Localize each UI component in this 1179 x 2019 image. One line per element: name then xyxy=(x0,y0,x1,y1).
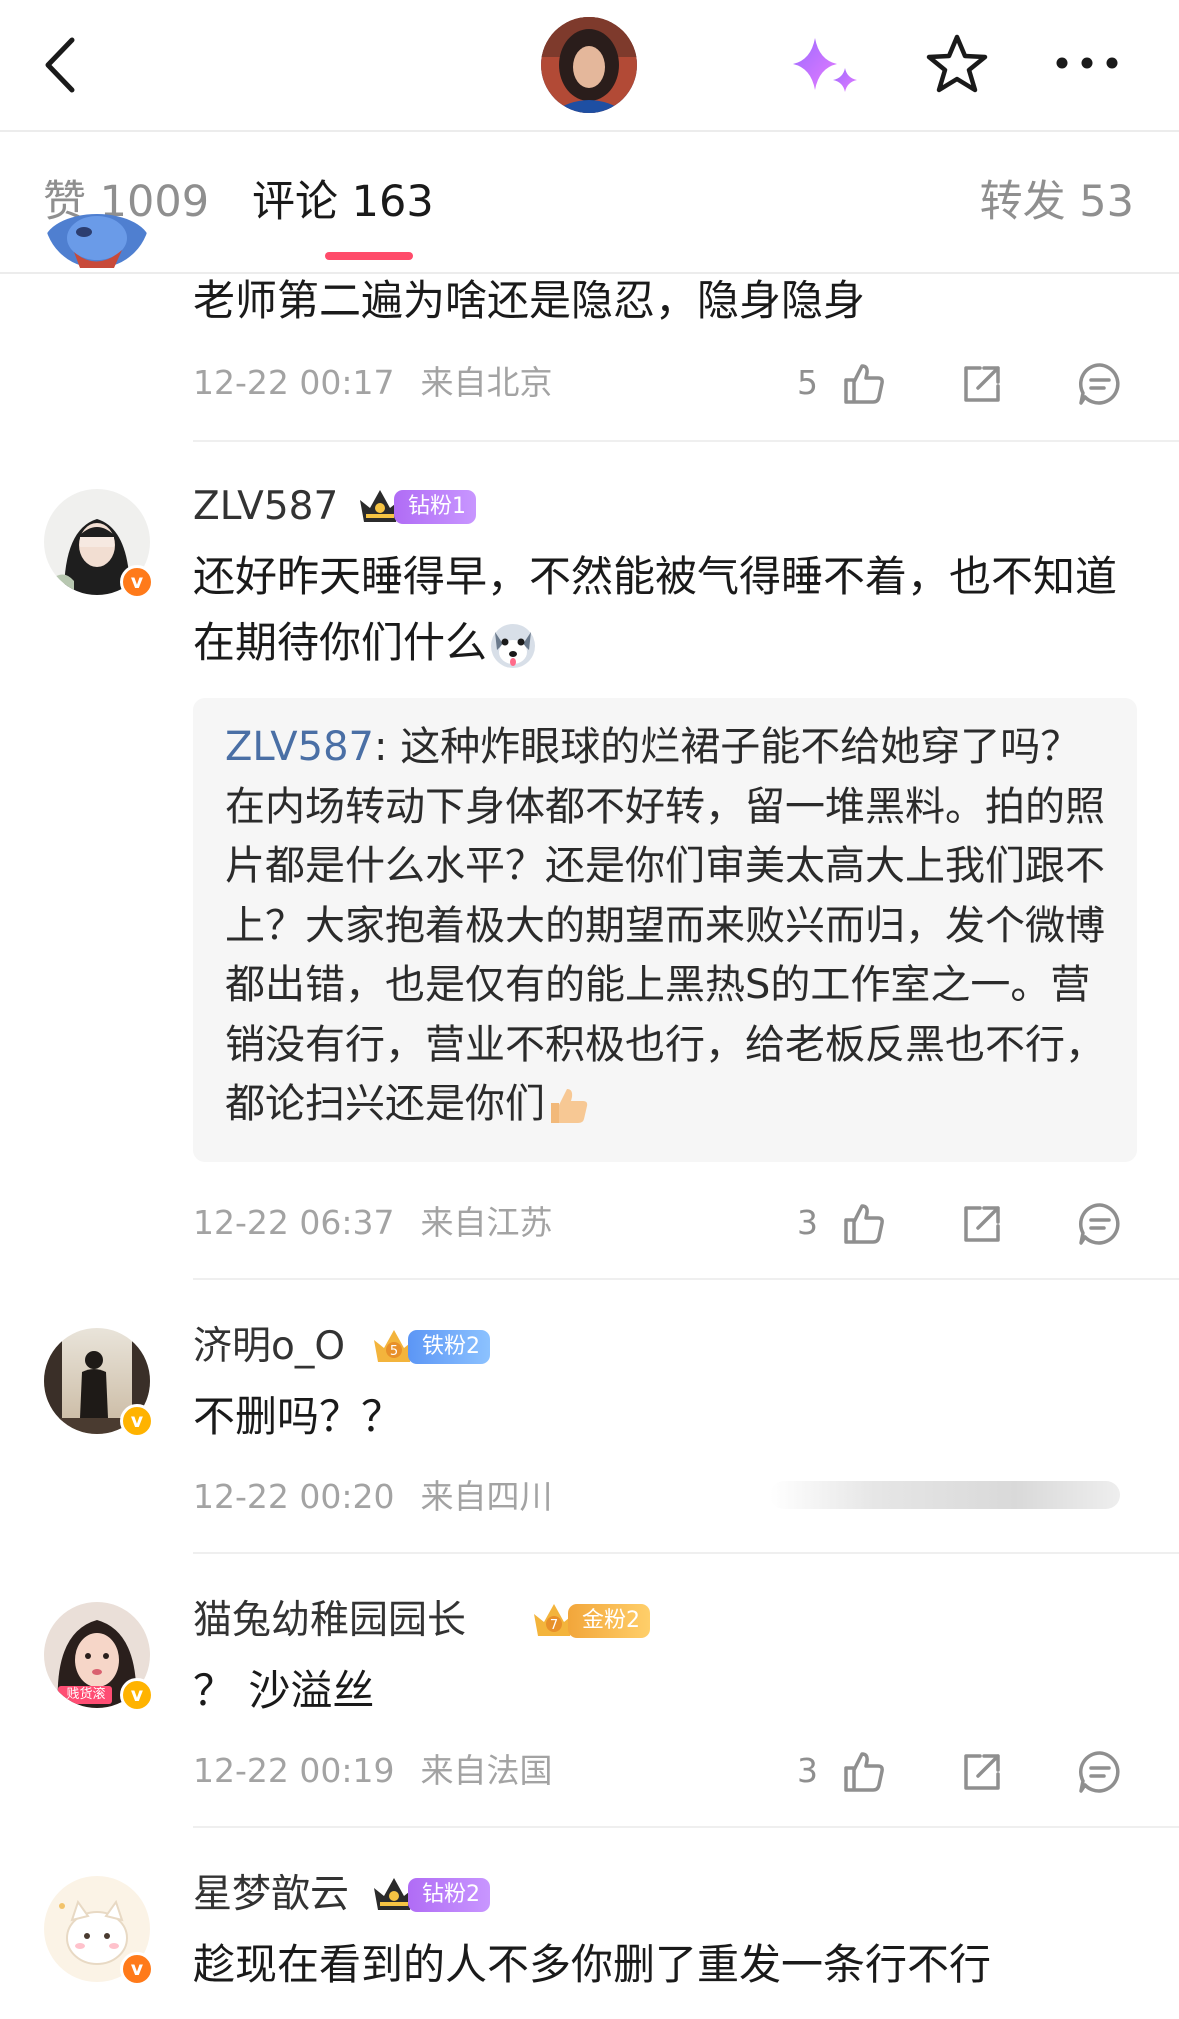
more-horizontal-icon xyxy=(1056,57,1118,69)
share-icon[interactable] xyxy=(958,1200,1006,1248)
username[interactable]: 猫兔幼稚园园长 xyxy=(193,1596,466,1646)
share-icon[interactable] xyxy=(958,360,1006,408)
avatar-photo xyxy=(44,214,150,268)
fan-level-label: 钻粉2 xyxy=(408,1878,490,1912)
divider xyxy=(193,1826,1179,1828)
blurred-actions xyxy=(770,1481,1120,1509)
comment-location: 来自江苏 xyxy=(420,1203,553,1242)
avatar-caption: 贱货滚 xyxy=(66,1687,106,1702)
divider xyxy=(193,1552,1179,1554)
favorite-button[interactable] xyxy=(924,32,990,98)
comment-location: 来自四川 xyxy=(420,1477,553,1516)
like-count: 3 xyxy=(797,1751,818,1790)
thumbs-up-icon[interactable] xyxy=(840,1200,888,1248)
avatar-photo xyxy=(541,17,637,113)
like-count: 5 xyxy=(797,363,818,402)
divider xyxy=(193,1278,1179,1280)
comment-text: 趁现在看到的人不多你删了重发一条行不行 xyxy=(193,1940,992,1989)
tab-comments[interactable]: 评论 163 xyxy=(252,172,434,232)
fan-level-label: 钻粉1 xyxy=(394,490,476,524)
comment-time: 12-22 06:37 xyxy=(193,1203,395,1242)
tab-label: 评论 xyxy=(252,177,338,227)
verified-badge-icon: v xyxy=(120,1952,154,1986)
divider xyxy=(193,440,1179,442)
tab-reposts[interactable]: 转发 53 xyxy=(980,172,1134,232)
username[interactable]: ZLV587 xyxy=(193,482,338,532)
username[interactable]: 星梦歆云 xyxy=(193,1870,349,1920)
thumbs-up-icon[interactable] xyxy=(840,1748,888,1796)
quoted-comment-text: ZLV587: 这种炸眼球的烂裙子能不给她穿了吗？在内场转动下身体都不好转，留一… xyxy=(225,718,1115,1135)
comment-meta: 12-22 06:37 来自江苏 xyxy=(193,1200,552,1246)
avatar[interactable] xyxy=(44,214,150,272)
comment-text-body: 还好昨天睡得早，不然能被气得睡不着，也不知道在期待你们什么 xyxy=(193,552,1118,667)
verified-badge-icon: v xyxy=(120,1678,154,1712)
reply-bubble-icon[interactable] xyxy=(1076,1748,1124,1796)
comment-location: 来自法国 xyxy=(420,1751,553,1790)
username[interactable]: 济明o_O xyxy=(193,1322,345,1372)
back-button[interactable] xyxy=(36,30,96,100)
comment-location: 来自北京 xyxy=(420,363,553,402)
quoted-username[interactable]: ZLV587 xyxy=(225,724,374,770)
comment-text: 还好昨天睡得早，不然能被气得睡不着，也不知道在期待你们什么 xyxy=(193,544,1143,676)
ai-sparkle-button[interactable] xyxy=(785,32,865,102)
avatar[interactable]: v xyxy=(44,489,154,599)
comment-time: 12-22 00:20 xyxy=(193,1477,395,1516)
comment-meta: 12-22 00:20 来自四川 xyxy=(193,1474,552,1520)
share-icon[interactable] xyxy=(958,1748,1006,1796)
fan-level-label: 铁粉2 xyxy=(408,1330,490,1364)
chevron-left-icon xyxy=(45,37,75,93)
reply-bubble-icon[interactable] xyxy=(1076,1200,1124,1248)
comment-time: 12-22 00:17 xyxy=(193,363,395,402)
tab-count: 53 xyxy=(1079,177,1134,227)
husky-emoji-icon xyxy=(491,623,536,668)
svg-text:5: 5 xyxy=(390,1344,398,1359)
top-bar xyxy=(0,0,1179,130)
comment-text: ？ 沙溢丝 xyxy=(193,1666,375,1715)
reply-bubble-icon[interactable] xyxy=(1076,360,1124,408)
svg-text:7: 7 xyxy=(550,1618,558,1633)
comment-text: 老师第二遍为啥还是隐忍，隐身隐身 xyxy=(193,276,866,325)
comment-text: 不删吗？？ xyxy=(193,1392,404,1441)
tab-label: 转发 xyxy=(979,177,1066,227)
active-tab-indicator xyxy=(325,252,413,260)
avatar[interactable]: v xyxy=(44,1328,154,1438)
quoted-body: : 这种炸眼球的烂裙子能不给她穿了吗？在内场转动下身体都不好转，留一堆黑料。拍的… xyxy=(225,724,1105,1127)
avatar[interactable]: v xyxy=(44,1876,154,1986)
thumbs-up-emoji-icon xyxy=(551,1089,588,1123)
star-outline-icon xyxy=(926,34,988,93)
more-button[interactable] xyxy=(1054,48,1120,78)
comment-meta: 12-22 00:19 来自法国 xyxy=(193,1748,552,1794)
thumbs-up-icon[interactable] xyxy=(840,360,888,408)
author-avatar[interactable] xyxy=(541,17,637,113)
verified-badge-icon: v xyxy=(120,1404,154,1438)
verified-badge-icon: v xyxy=(120,565,154,599)
fan-level-label: 金粉2 xyxy=(568,1604,650,1638)
tab-count: 163 xyxy=(351,177,434,227)
divider xyxy=(0,130,1179,132)
ai-sparkle-icon xyxy=(793,38,857,92)
like-count: 3 xyxy=(797,1203,818,1242)
comments-page: 赞 1009 评论 163 转发 53 老师第二遍为啥还是隐忍，隐身隐身 12-… xyxy=(0,0,1179,2019)
comment-meta: 12-22 00:17 来自北京 xyxy=(193,360,552,406)
avatar[interactable]: 贱货滚 v xyxy=(44,1602,154,1712)
comment-time: 12-22 00:19 xyxy=(193,1751,395,1790)
quoted-comment[interactable]: ZLV587: 这种炸眼球的烂裙子能不给她穿了吗？在内场转动下身体都不好转，留一… xyxy=(193,698,1137,1162)
